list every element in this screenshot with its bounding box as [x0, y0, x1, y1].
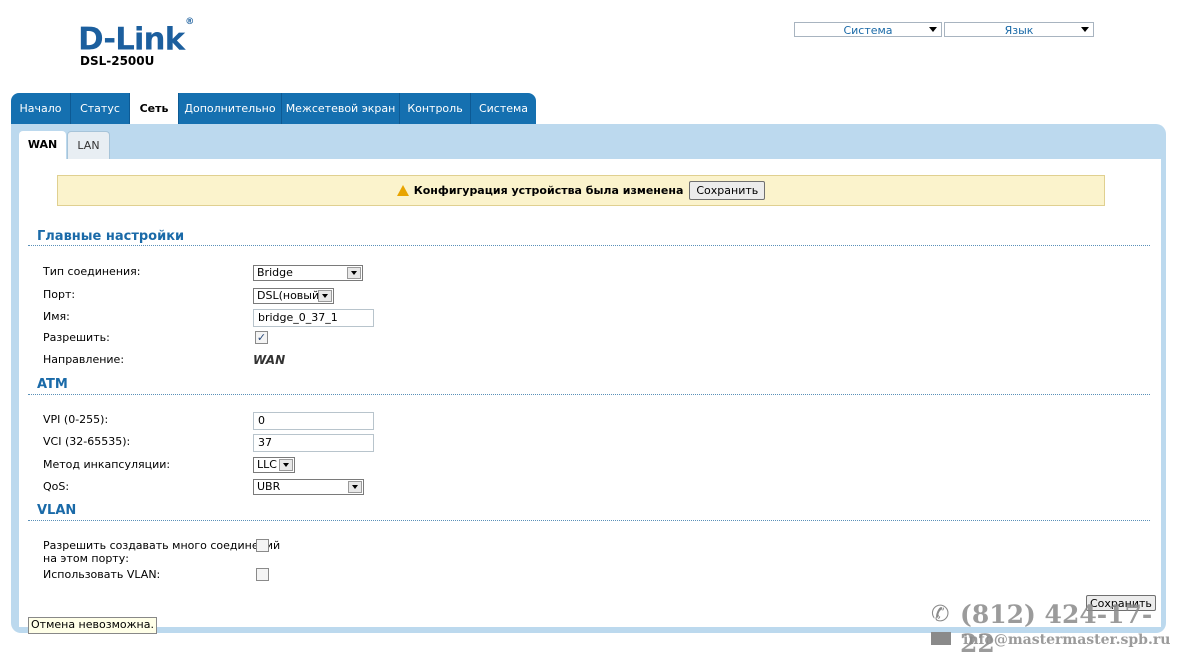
chevron-down-icon	[318, 290, 332, 302]
direction-value: WAN	[253, 353, 286, 367]
mail-icon	[931, 632, 951, 645]
chevron-down-icon	[1081, 27, 1089, 32]
tab-status[interactable]: Статус	[71, 93, 130, 124]
atm-title: ATM	[37, 377, 68, 392]
use-vlan-checkbox[interactable]	[256, 568, 269, 581]
tab-network[interactable]: Сеть	[130, 93, 179, 124]
main-tabs: Начало Статус Сеть Дополнительно Межсете…	[11, 93, 536, 124]
divider	[28, 394, 1150, 395]
main-settings-title: Главные настройки	[37, 229, 185, 244]
chevron-down-icon	[929, 27, 937, 32]
tab-firewall[interactable]: Межсетевой экран	[282, 93, 400, 124]
device-model: DSL-2500U	[80, 54, 155, 68]
multi-connections-label: Разрешить создавать много соединений на э…	[43, 539, 281, 565]
system-menu-select[interactable]: Система	[794, 22, 942, 37]
divider	[28, 245, 1150, 246]
subtab-lan[interactable]: LAN	[67, 131, 110, 159]
enable-label: Разрешить:	[43, 331, 110, 344]
use-vlan-label: Использовать VLAN:	[43, 568, 161, 581]
port-label: Порт:	[43, 288, 76, 301]
notice-text: Конфигурация устройства была изменена	[413, 184, 684, 197]
language-select[interactable]: Язык	[944, 22, 1094, 37]
subtab-wan[interactable]: WAN	[19, 131, 66, 159]
chevron-down-icon	[348, 481, 362, 493]
vlan-title: VLAN	[37, 503, 77, 518]
chevron-down-icon	[347, 267, 361, 279]
tab-control[interactable]: Контроль	[400, 93, 471, 124]
dlink-logo: D-Link®	[78, 17, 194, 58]
port-select[interactable]: DSL(новый)	[253, 288, 334, 304]
vpi-input[interactable]: 0	[253, 412, 374, 430]
vci-input[interactable]: 37	[253, 434, 374, 452]
name-label: Имя:	[43, 310, 70, 323]
watermark-email: info@mastermaster.spb.ru	[963, 632, 1171, 648]
tab-advanced[interactable]: Дополнительно	[179, 93, 282, 124]
enable-checkbox[interactable]: ✓	[255, 331, 268, 344]
config-changed-notice: Конфигурация устройства была изменена Со…	[57, 175, 1105, 206]
encapsulation-select[interactable]: LLC	[253, 457, 295, 473]
qos-select[interactable]: UBR	[253, 479, 364, 495]
multi-connections-checkbox[interactable]	[256, 539, 269, 552]
connection-type-select[interactable]: Bridge	[253, 265, 363, 281]
name-input[interactable]: bridge_0_37_1	[253, 309, 374, 327]
vpi-label: VPI (0-255):	[43, 413, 109, 426]
connection-type-label: Тип соединения:	[43, 265, 141, 278]
status-tooltip: Отмена невозможна.	[28, 617, 157, 634]
direction-label: Направление:	[43, 353, 125, 366]
divider	[28, 520, 1150, 521]
notice-save-button[interactable]: Сохранить	[689, 181, 766, 200]
watermark-phone: (812) 424-17-22	[960, 600, 1153, 658]
warning-icon	[396, 185, 409, 196]
tab-start[interactable]: Начало	[11, 93, 71, 124]
vci-label: VCI (32-65535):	[43, 435, 131, 448]
encapsulation-label: Метод инкапсуляции:	[43, 458, 171, 471]
qos-label: QoS:	[43, 480, 70, 493]
tab-system[interactable]: Система	[471, 93, 536, 124]
phone-icon: ✆	[931, 602, 950, 627]
chevron-down-icon	[279, 459, 293, 471]
